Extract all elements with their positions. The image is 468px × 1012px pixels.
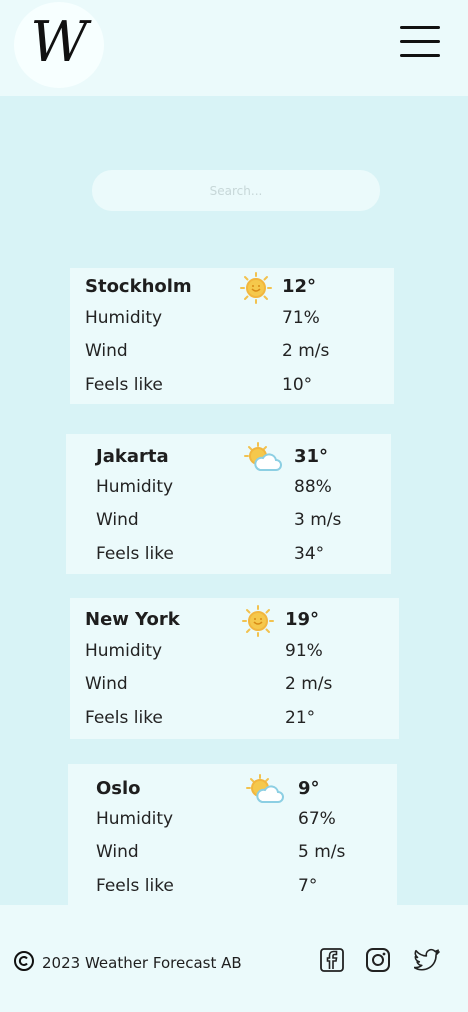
temperature: 12° [282,276,317,297]
copyright-text: 2023 Weather Forecast AB [42,954,242,972]
feels-like-label: Feels like [96,876,174,896]
city-name: New York [85,609,180,630]
city-name: Oslo [96,778,141,799]
instagram-icon[interactable] [364,946,392,974]
temperature: 31° [294,446,329,467]
city-name: Jakarta [96,446,169,467]
wind-label: Wind [85,341,128,361]
weather-card-jakarta: Jakarta 31° Humidity 88% Wind 3 m/s Feel… [66,434,391,574]
feels-like-value: 10° [282,375,313,395]
feels-like-label: Feels like [85,375,163,395]
copyright-icon [14,951,34,971]
feels-like-value: 7° [298,876,318,896]
feels-like-label: Feels like [85,708,163,728]
header: W [0,0,468,96]
humidity-label: Humidity [96,477,174,497]
footer: 2023 Weather Forecast AB [0,905,468,1012]
wind-value: 3 m/s [294,510,342,530]
logo-letter: W [30,10,88,75]
wind-label: Wind [96,510,139,530]
twitter-icon[interactable] [414,946,442,974]
menu-bar [400,40,440,43]
menu-button[interactable] [400,26,440,58]
humidity-value: 67% [298,809,336,829]
city-name: Stockholm [85,276,192,297]
facebook-icon[interactable] [318,946,346,974]
wind-value: 2 m/s [285,674,333,694]
feels-like-value: 34° [294,544,325,564]
temperature: 9° [298,778,320,799]
wind-label: Wind [85,674,128,694]
humidity-label: Humidity [85,308,163,328]
weather-card-new-york: New York 19° Humidity 91% Wind 2 m/s Fee… [70,598,399,739]
menu-bar [400,26,440,29]
feels-like-value: 21° [285,708,316,728]
humidity-value: 91% [285,641,323,661]
weather-card-stockholm: Stockholm 12° Humidity 71% Wind 2 m/s Fe… [70,268,394,404]
temperature: 19° [285,609,320,630]
feels-like-label: Feels like [96,544,174,564]
search-input[interactable] [92,170,380,211]
sun-icon [240,272,272,304]
menu-bar [400,54,440,57]
humidity-label: Humidity [96,809,174,829]
logo[interactable]: W [14,2,104,88]
humidity-value: 71% [282,308,320,328]
wind-label: Wind [96,842,139,862]
humidity-label: Humidity [85,641,163,661]
wind-value: 5 m/s [298,842,346,862]
weather-card-oslo: Oslo 9° Humidity 67% Wind 5 m/s Feels li… [68,764,397,905]
wind-value: 2 m/s [282,341,330,361]
humidity-value: 88% [294,477,332,497]
